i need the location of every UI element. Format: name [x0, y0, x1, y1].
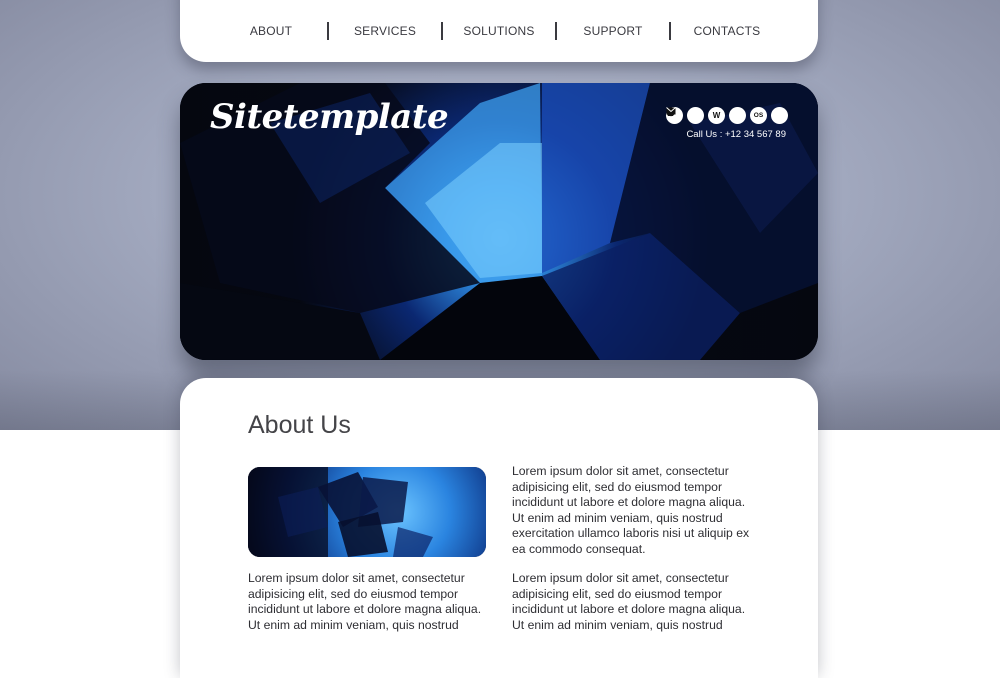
about-paragraph-3: Lorem ipsum dolor sit amet, consectetur …	[512, 571, 746, 632]
mail-icon[interactable]	[666, 107, 788, 124]
nav-support[interactable]: SUPPORT	[557, 24, 669, 38]
os-icon[interactable]: OS	[750, 107, 767, 124]
hero-banner: Sitetemplate W OS Call Us : +12 34 567 8…	[180, 83, 818, 360]
phone-number: Call Us : +12 34 567 89	[686, 129, 786, 140]
top-navigation: ABOUT SERVICES SOLUTIONS SUPPORT CONTACT…	[180, 0, 818, 62]
page-title: About Us	[248, 411, 351, 439]
about-paragraph-1: Lorem ipsum dolor sit amet, consectetur …	[512, 464, 750, 556]
nav-contacts[interactable]: CONTACTS	[671, 24, 783, 38]
star-icon[interactable]	[666, 107, 704, 124]
social-icons: W OS	[666, 107, 788, 124]
about-paragraph-2: Lorem ipsum dolor sit amet, consectetur …	[248, 571, 482, 632]
about-image-artwork	[248, 467, 486, 557]
nav-solutions[interactable]: SOLUTIONS	[443, 24, 555, 38]
content-panel: About Us Lorem ipsum dolor sit amet, con…	[180, 378, 818, 678]
nav-services[interactable]: SERVICES	[329, 24, 441, 38]
w-icon[interactable]: W	[708, 107, 725, 124]
about-image	[248, 467, 486, 557]
nav-about[interactable]: ABOUT	[215, 24, 327, 38]
site-logo[interactable]: Sitetemplate	[210, 97, 449, 137]
compass-icon[interactable]	[666, 107, 746, 124]
